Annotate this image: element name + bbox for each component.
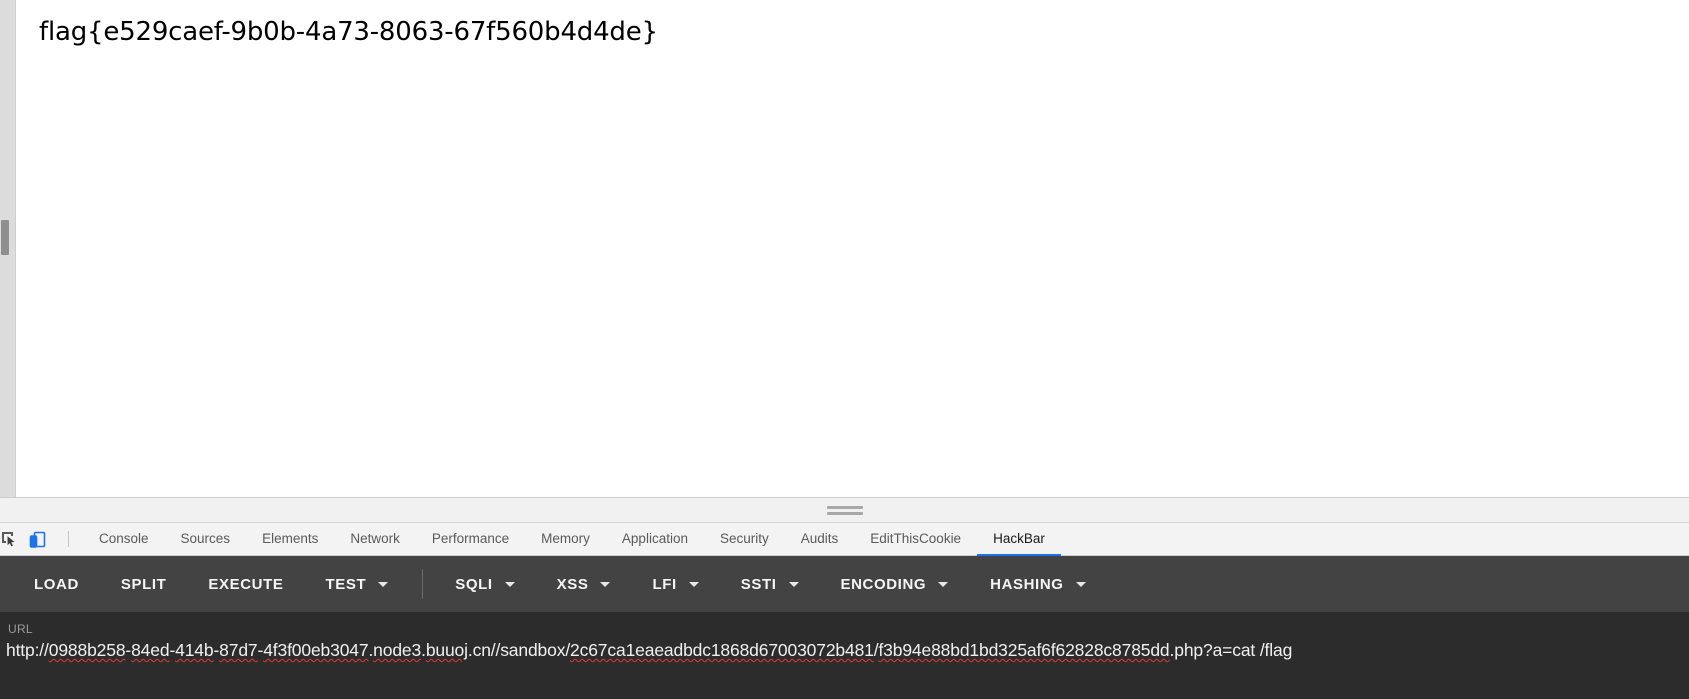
execute-button[interactable]: EXECUTE (196, 568, 295, 601)
xss-menu-label: XSS (556, 575, 589, 593)
page-content: flag{e529caef-9b0b-4a73-8063-67f560b4d4d… (16, 0, 1689, 497)
lfi-menu-label: LFI (652, 575, 677, 593)
tab-performance[interactable]: Performance (416, 523, 525, 556)
sqli-menu-button[interactable]: SQLI (443, 568, 526, 601)
chevron-down-icon (600, 581, 611, 587)
tab-application[interactable]: Application (606, 523, 704, 556)
spellcheck-underline: node3 (373, 640, 422, 660)
spellcheck-underline: 4f3f00eb3047 (263, 640, 369, 660)
grip-line-top (826, 506, 863, 509)
page-viewport: flag{e529caef-9b0b-4a73-8063-67f560b4d4d… (0, 0, 1689, 497)
encoding-menu-button[interactable]: ENCODING (829, 568, 961, 601)
spellcheck-underline: f3b94e88bd1bd325af6f62828c8785dd (878, 640, 1170, 660)
flag-output-text: flag{e529caef-9b0b-4a73-8063-67f560b4d4d… (39, 17, 658, 47)
load-button-label: LOAD (34, 575, 79, 593)
grip-line-bottom (826, 512, 863, 515)
hashing-menu-button[interactable]: HASHING (978, 568, 1097, 601)
tab-memory[interactable]: Memory (525, 523, 606, 556)
test-menu-button[interactable]: TEST (313, 568, 400, 601)
load-button[interactable]: LOAD (22, 568, 91, 601)
toolbar-separator (422, 569, 424, 599)
xss-menu-button[interactable]: XSS (545, 568, 623, 601)
encoding-menu-label: ENCODING (840, 575, 927, 593)
ssti-menu-button[interactable]: SSTI (729, 568, 811, 601)
chevron-down-icon (688, 581, 699, 587)
sqli-menu-label: SQLI (455, 575, 493, 593)
lfi-menu-button[interactable]: LFI (640, 568, 710, 601)
device-toolbar-icon[interactable] (22, 523, 52, 556)
chevron-down-icon (378, 581, 389, 587)
test-menu-label: TEST (325, 575, 367, 593)
chevron-down-icon (504, 581, 515, 587)
hashing-menu-label: HASHING (990, 575, 1064, 593)
hackbar-toolbar: LOAD SPLIT EXECUTE TEST SQLI XSS LFI SST… (0, 556, 1689, 612)
chevron-down-icon (788, 581, 799, 587)
devtools-tab-list: Console Sources Elements Network Perform… (83, 523, 1061, 556)
split-button-label: SPLIT (120, 575, 167, 593)
browser-window: flag{e529caef-9b0b-4a73-8063-67f560b4d4d… (0, 0, 1689, 699)
inspect-element-icon[interactable] (0, 523, 22, 556)
chevron-down-icon (1075, 581, 1086, 587)
url-panel: URL http://0988b258-84ed-414b-87d7-4f3f0… (0, 612, 1689, 699)
spellcheck-underline: buuoj (425, 640, 468, 660)
tab-audits[interactable]: Audits (785, 523, 855, 556)
tab-sources[interactable]: Sources (165, 523, 247, 556)
ssti-menu-label: SSTI (740, 575, 777, 593)
split-button[interactable]: SPLIT (109, 568, 179, 601)
tab-hackbar[interactable]: HackBar (977, 523, 1061, 556)
spellcheck-underline: 0988b258 (48, 640, 126, 660)
spellcheck-underline: 84ed (131, 640, 170, 660)
devtools-tabbar: Console Sources Elements Network Perform… (0, 522, 1689, 556)
scrollbar-thumb[interactable] (1, 220, 9, 255)
url-field-label: URL (8, 622, 33, 636)
spellcheck-underline: 414b (175, 640, 214, 660)
spellcheck-underline: 2c67ca1eaeadbdc1868d67003072b481 (570, 640, 874, 660)
chevron-down-icon (938, 581, 949, 587)
tab-editthiscookie[interactable]: EditThisCookie (854, 523, 977, 556)
tab-network[interactable]: Network (334, 523, 416, 556)
resize-grip-handle[interactable] (826, 506, 863, 515)
tab-elements[interactable]: Elements (246, 523, 334, 556)
devtools-resize-strip[interactable] (0, 497, 1689, 522)
devtools-icon-group (0, 523, 56, 555)
tab-security[interactable]: Security (704, 523, 785, 556)
tab-console[interactable]: Console (83, 523, 165, 556)
vertical-scrollbar[interactable] (0, 0, 16, 497)
spellcheck-underline: 87d7 (219, 640, 258, 660)
tabbar-divider (68, 531, 69, 547)
execute-button-label: EXECUTE (208, 575, 284, 593)
url-input[interactable]: http://0988b258-84ed-414b-87d7-4f3f00eb3… (6, 638, 1675, 663)
